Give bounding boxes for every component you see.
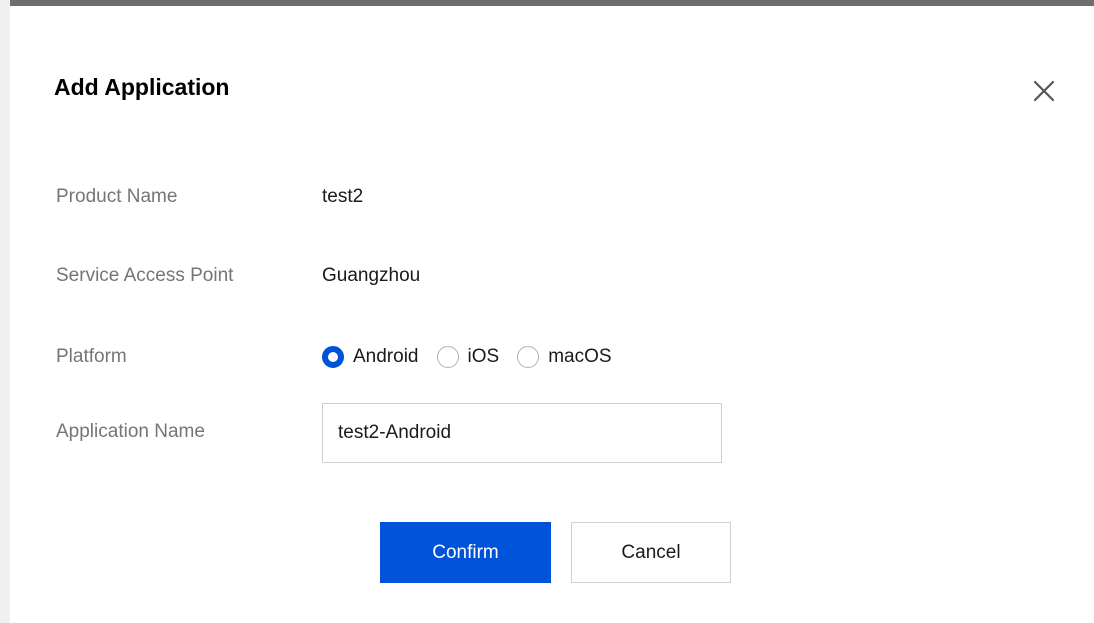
close-icon [1033, 80, 1055, 102]
application-name-label: Application Name [56, 421, 205, 442]
platform-option-macos[interactable]: macOS [517, 346, 612, 368]
platform-option-label: Android [353, 346, 419, 367]
application-name-input[interactable] [322, 403, 722, 463]
dialog-title: Add Application [54, 74, 230, 100]
add-application-dialog: Add Application Product Name test2 Servi… [10, 0, 1094, 623]
radio-checked-icon[interactable] [322, 346, 344, 368]
platform-option-label: macOS [548, 346, 612, 367]
confirm-button[interactable]: Confirm [380, 522, 551, 583]
platform-radio-group: Android iOS macOS [322, 340, 630, 374]
service-access-point-value: Guangzhou [322, 265, 421, 286]
service-access-point-label: Service Access Point [56, 265, 234, 286]
cancel-button[interactable]: Cancel [571, 522, 731, 583]
platform-option-label: iOS [467, 346, 500, 367]
radio-unchecked-icon[interactable] [517, 346, 540, 368]
radio-unchecked-icon[interactable] [436, 346, 459, 368]
platform-option-android[interactable]: Android [322, 346, 419, 368]
platform-label: Platform [56, 346, 127, 367]
product-name-label: Product Name [56, 186, 178, 207]
close-button[interactable] [1029, 76, 1059, 106]
product-name-value: test2 [322, 186, 364, 207]
platform-option-ios[interactable]: iOS [436, 346, 500, 368]
